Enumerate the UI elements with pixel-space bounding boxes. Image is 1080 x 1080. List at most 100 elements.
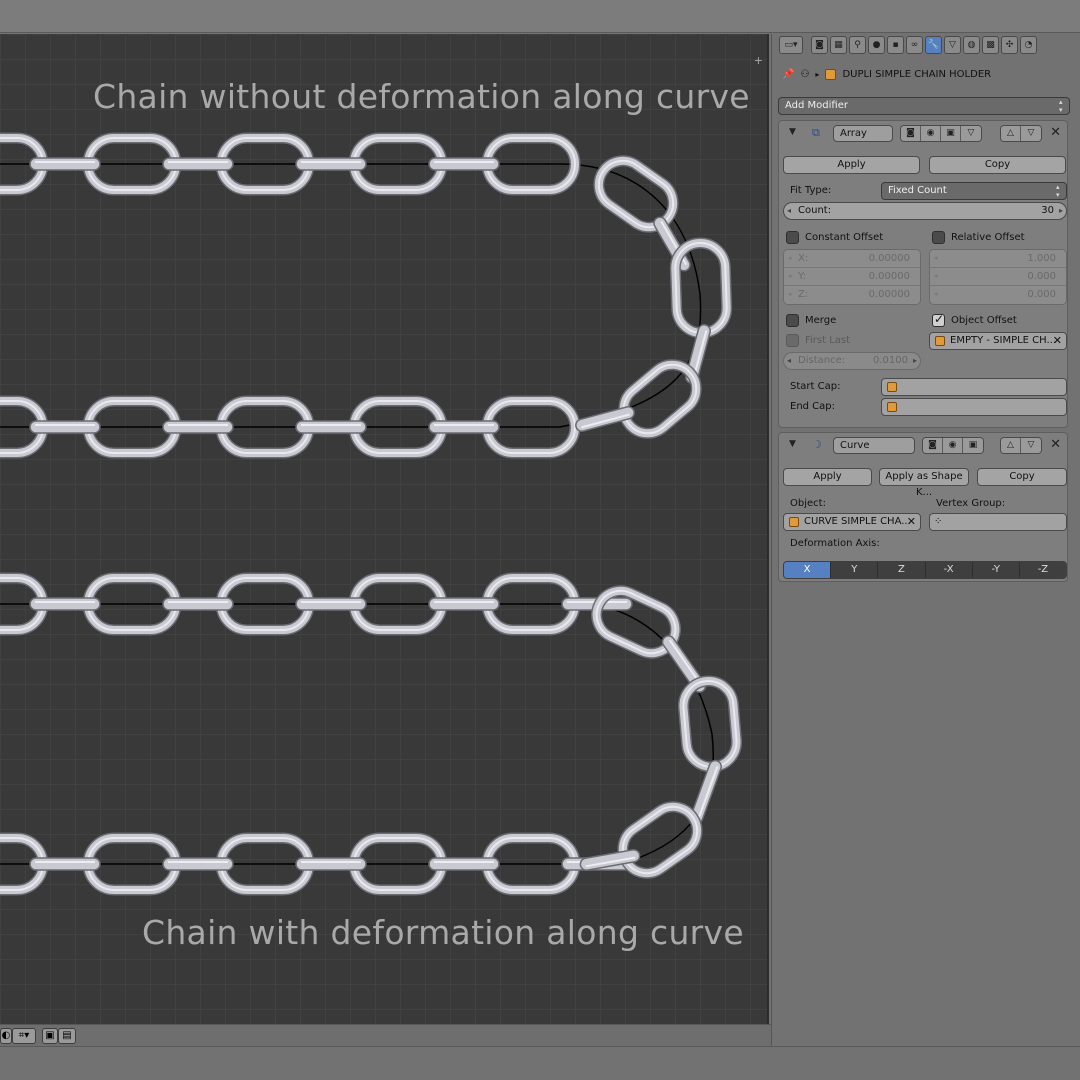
relative-z-field[interactable]: ◂ 0.000 [930, 286, 1066, 304]
curve-copy-button[interactable]: Copy [977, 468, 1067, 486]
context-object-name: DUPLI SIMPLE CHAIN HOLDER [842, 68, 992, 80]
end-cap-field[interactable] [881, 398, 1067, 416]
object-tab-icon[interactable]: ▪ [887, 36, 904, 54]
viewport-eye-icon[interactable]: ◉ [921, 126, 941, 141]
chevron-right-icon: ▸ [815, 69, 820, 79]
decrement-arrow-icon[interactable]: ◂ [787, 353, 791, 369]
array-apply-button[interactable]: Apply [783, 156, 920, 174]
chain-guide-curve-bottom [0, 603, 714, 865]
camera-render-icon[interactable]: ▣ [42, 1028, 58, 1044]
merge-checkbox[interactable] [786, 314, 799, 327]
constant-y-field[interactable]: ◂ Y: 0.00000 [784, 268, 920, 286]
axis-neg-x-button[interactable]: -X [925, 562, 973, 578]
curve-modifier-panel: ▼ ☽ Curve ◙ ◉ ▣ △ ▽ ✕ Apply Apply as Sha… [778, 432, 1068, 582]
material-tab-icon[interactable]: ◍ [963, 36, 980, 54]
constant-offset-checkbox[interactable] [786, 231, 799, 244]
remove-curve-modifier-icon[interactable]: ✕ [1050, 437, 1061, 452]
world-tab-icon[interactable]: ● [868, 36, 885, 54]
move-up-icon[interactable]: △ [1001, 438, 1021, 453]
axis-z-button[interactable]: Z [878, 562, 926, 578]
distance-label: Distance: [798, 355, 846, 366]
chain-link [29, 857, 101, 871]
vertex-group-label: Vertex Group: [936, 498, 1006, 509]
vertex-group-field[interactable]: ⁘ [929, 513, 1067, 531]
axis-y-button[interactable]: Y [831, 562, 879, 578]
chain-link [29, 157, 101, 171]
array-modifier-header: ▼ ⧉ Array ◙ ◉ ▣ ▽ △ ▽ ✕ [779, 121, 1067, 145]
render-toggle-icon[interactable]: ◙ [901, 126, 921, 141]
increment-arrow-icon[interactable]: ▸ [1059, 203, 1063, 219]
array-modifier-icon: ⧉ [812, 126, 820, 139]
relative-y-field[interactable]: ◂ 0.000 [930, 268, 1066, 286]
properties-panel: ▭▾ ◙ ▦ ⚲ ● ▪ ∞ 🔧 ▽ ◍ ▩ ✣ ◔ 📌 ⚇ ▸ DUPLI S… [771, 34, 1080, 1046]
curve-visibility-toggles: ◙ ◉ ▣ [922, 437, 984, 454]
axis-neg-y-button[interactable]: -Y [972, 562, 1020, 578]
fit-type-dropdown[interactable]: Fixed Count [881, 182, 1067, 200]
clear-field-icon[interactable]: ✕ [907, 514, 916, 530]
3d-viewport[interactable]: + Chain without deformation along curve … [0, 34, 769, 1024]
object-cube-icon [935, 336, 945, 346]
first-last-checkbox[interactable] [786, 334, 799, 347]
distance-slider[interactable]: ◂ Distance: 0.0100 ▸ [783, 352, 921, 370]
collapse-triangle-icon[interactable]: ▼ [789, 127, 796, 137]
curve-object-label: Object: [790, 498, 826, 509]
render-clip-icon[interactable]: ▤ [58, 1028, 76, 1044]
render-layers-tab-icon[interactable]: ▦ [830, 36, 847, 54]
chain-link [29, 420, 101, 434]
constant-x-field[interactable]: ◂ X: 0.00000 [784, 250, 920, 268]
chain-link [618, 359, 702, 439]
relative-offset-label: Relative Offset [951, 232, 1025, 243]
chain-link [29, 597, 101, 611]
editmode-toggle-icon[interactable]: ▣ [963, 438, 983, 453]
pivot-point-dropdown[interactable]: ⌗▾ [12, 1028, 36, 1044]
viewport-header: ◐ ⌗▾ ▣ ▤ [0, 1024, 771, 1046]
cage-toggle-icon[interactable]: ▽ [961, 126, 981, 141]
render-toggle-icon[interactable]: ◙ [923, 438, 943, 453]
constraints-tab-icon[interactable]: ∞ [906, 36, 923, 54]
viewport-split-corner[interactable]: + [754, 54, 763, 67]
move-down-icon[interactable]: ▽ [1021, 126, 1041, 141]
chain-link [295, 157, 367, 171]
render-tab-icon[interactable]: ◙ [811, 36, 828, 54]
object-offset-checkbox[interactable] [932, 312, 945, 327]
array-modifier-name-field[interactable]: Array [833, 125, 893, 142]
array-move-buttons: △ ▽ [1000, 125, 1042, 142]
caption-with-deformation: Chain with deformation along curve [142, 913, 744, 952]
scene-tab-icon[interactable]: ⚲ [849, 36, 866, 54]
viewport-eye-icon[interactable]: ◉ [943, 438, 963, 453]
clear-field-icon[interactable]: ✕ [1053, 333, 1062, 349]
editmode-toggle-icon[interactable]: ▣ [941, 126, 961, 141]
start-cap-field[interactable] [881, 378, 1067, 396]
relative-offset-checkbox[interactable] [932, 231, 945, 244]
curve-object-field[interactable]: CURVE SIMPLE CHA... ✕ [783, 513, 921, 531]
move-up-icon[interactable]: △ [1001, 126, 1021, 141]
shading-mode-button[interactable]: ◐ [0, 1028, 12, 1044]
object-cube-icon [789, 517, 799, 527]
editor-type-icon[interactable]: ▭▾ [779, 36, 803, 54]
move-down-icon[interactable]: ▽ [1021, 438, 1041, 453]
axis-x-button[interactable]: X [784, 562, 832, 578]
array-copy-button[interactable]: Copy [929, 156, 1066, 174]
relative-x-field[interactable]: ◂ 1.000 [930, 250, 1066, 268]
physics-tab-icon[interactable]: ◔ [1020, 36, 1037, 54]
decrement-arrow-icon[interactable]: ◂ [787, 203, 791, 219]
constant-z-field[interactable]: ◂ Z: 0.00000 [784, 286, 920, 304]
object-offset-field[interactable]: EMPTY - SIMPLE CH... ✕ [929, 332, 1067, 350]
data-tab-icon[interactable]: ▽ [944, 36, 961, 54]
collapse-triangle-icon[interactable]: ▼ [789, 439, 796, 449]
increment-arrow-icon[interactable]: ▸ [913, 353, 917, 369]
texture-tab-icon[interactable]: ▩ [982, 36, 999, 54]
add-modifier-dropdown[interactable]: Add Modifier [778, 97, 1070, 115]
chain-link [617, 801, 703, 879]
apply-as-shape-key-button[interactable]: Apply as Shape K... [879, 468, 969, 498]
count-slider[interactable]: ◂ Count: 30 ▸ [783, 202, 1067, 220]
particles-tab-icon[interactable]: ✣ [1001, 36, 1018, 54]
axis-neg-z-button[interactable]: -Z [1019, 562, 1066, 578]
context-breadcrumb: 📌 ⚇ ▸ DUPLI SIMPLE CHAIN HOLDER [782, 66, 991, 82]
modifiers-tab-icon[interactable]: 🔧 [925, 36, 942, 54]
curve-modifier-name-field[interactable]: Curve [833, 437, 915, 454]
object-offset-label: Object Offset [951, 315, 1017, 326]
remove-array-modifier-icon[interactable]: ✕ [1050, 125, 1061, 140]
curve-apply-button[interactable]: Apply [783, 468, 872, 486]
pin-icon[interactable]: 📌 [782, 69, 794, 80]
